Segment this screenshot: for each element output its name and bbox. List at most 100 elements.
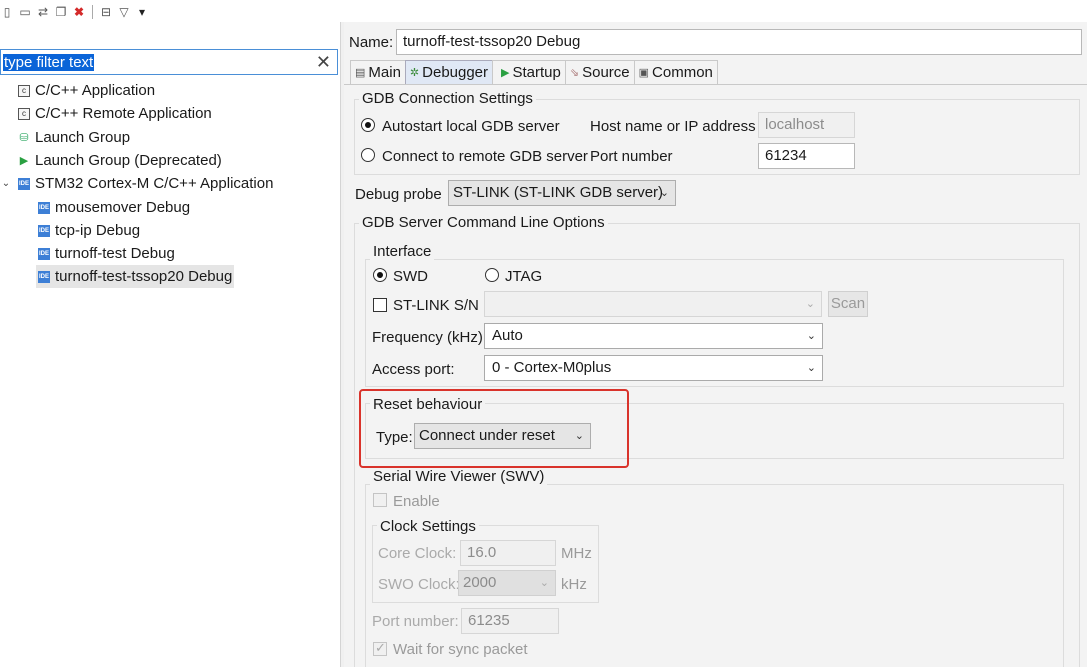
access-port-select[interactable]: 0 - Cortex-M0plus ⌄: [484, 355, 823, 381]
host-field[interactable]: localhost: [758, 112, 855, 138]
host-label: Host name or IP address: [590, 118, 756, 135]
source-icon: ⇘: [569, 67, 580, 79]
clock-settings-title: Clock Settings: [377, 518, 479, 536]
filter-icon[interactable]: ▽: [117, 5, 131, 19]
duplicate-icon[interactable]: ❐: [54, 5, 68, 19]
tree-item-stm32-app[interactable]: ⌄ IDE STM32 Cortex-M C/C++ Application: [0, 172, 274, 195]
tree-item-mousemover[interactable]: IDE mousemover Debug: [38, 196, 190, 219]
tree-item-label: tcp-ip Debug: [55, 222, 141, 239]
access-port-value: 0 - Cortex-M0plus: [492, 359, 612, 376]
tree-item-label: STM32 Cortex-M C/C++ Application: [35, 175, 274, 192]
swv-enable-label: Enable: [393, 493, 440, 510]
swo-clock-unit: kHz: [561, 576, 587, 593]
tab-divider: [344, 84, 1087, 85]
core-clock-label: Core Clock:: [378, 545, 457, 562]
highlight-annotation: [359, 389, 629, 468]
chevron-down-icon: ⌄: [806, 362, 816, 374]
toolbar-separator: [92, 5, 93, 19]
launch-group-icon: ⛁: [19, 131, 29, 144]
swd-radio[interactable]: [373, 268, 387, 282]
wait-sync-checkbox[interactable]: [373, 640, 387, 656]
ide-icon: IDE: [38, 224, 50, 237]
filter-text: type filter text: [3, 54, 95, 71]
frequency-select[interactable]: Auto ⌄: [484, 323, 823, 349]
clear-filter-icon[interactable]: ✕: [316, 51, 331, 73]
swv-port-label: Port number:: [372, 613, 459, 630]
tree-item-tcp-ip[interactable]: IDE tcp-ip Debug: [38, 219, 140, 242]
tab-label: Main: [368, 64, 401, 81]
tab-startup[interactable]: ▶ Startup: [492, 60, 566, 84]
tree-item-turnoff-test[interactable]: IDE turnoff-test Debug: [38, 242, 175, 265]
tree-item-label: Launch Group: [35, 129, 131, 146]
tab-source[interactable]: ⇘ Source: [564, 60, 635, 84]
filter-input[interactable]: type filter text ✕: [0, 49, 338, 75]
core-clock-field[interactable]: 16.0: [460, 540, 556, 566]
common-icon: ▣: [638, 67, 650, 79]
jtag-radio[interactable]: [485, 268, 499, 282]
debug-probe-select[interactable]: ST-LINK (ST-LINK GDB server) ⌄: [448, 180, 676, 206]
tree-item-label: C/C++ Application: [35, 82, 156, 99]
swv-enable-checkbox[interactable]: [373, 493, 387, 507]
c-app-icon: c: [18, 107, 30, 120]
swo-clock-value: 2000: [463, 574, 497, 591]
tree-item-c-app[interactable]: c C/C++ Application: [18, 79, 155, 102]
chevron-down-icon[interactable]: ⌄: [0, 178, 12, 189]
config-editor: Name: turnoff-test-tssop20 Debug ▤ Main ✲…: [344, 22, 1087, 667]
stlink-sn-checkbox[interactable]: [373, 298, 387, 312]
swv-port-field[interactable]: 61235: [461, 608, 559, 634]
tree-item-label: mousemover Debug: [55, 199, 191, 216]
chevron-down-icon: ⌄: [659, 187, 669, 199]
ide-icon: IDE: [18, 177, 30, 190]
autostart-label: Autostart local GDB server: [382, 118, 560, 135]
swv-title: Serial Wire Viewer (SWV): [370, 468, 548, 486]
debug-probe-value: ST-LINK (ST-LINK GDB server): [453, 184, 664, 201]
tab-main[interactable]: ▤ Main: [350, 60, 406, 84]
port-field[interactable]: 61234: [758, 143, 855, 169]
stlink-sn-select[interactable]: ⌄: [484, 291, 822, 317]
interface-title: Interface: [370, 243, 435, 261]
tree-item-launch-group-deprecated[interactable]: ▶ Launch Group (Deprecated): [18, 149, 222, 172]
c-app-icon: c: [18, 84, 30, 97]
config-tabs: ▤ Main ✲ Debugger ▶ Startup ⇘ Source ▣ Common: [350, 60, 718, 84]
scan-button[interactable]: Scan: [828, 291, 868, 317]
view-menu-icon[interactable]: ▾: [135, 5, 149, 19]
tab-debugger[interactable]: ✲ Debugger: [404, 60, 494, 84]
tab-label: Debugger: [422, 64, 489, 81]
swd-label: SWD: [393, 268, 428, 285]
new-config-icon[interactable]: ▯: [0, 5, 14, 19]
ide-icon: IDE: [38, 201, 50, 214]
tab-label: Startup: [512, 64, 561, 81]
tree-item-label: C/C++ Remote Application: [35, 105, 212, 122]
core-clock-unit: MHz: [561, 545, 592, 562]
export-icon[interactable]: ⇄: [36, 5, 50, 19]
tab-label: Source: [582, 64, 630, 81]
chevron-down-icon: ⌄: [539, 577, 549, 589]
play-icon: ▶: [501, 67, 510, 79]
access-port-label: Access port:: [372, 361, 455, 378]
name-field[interactable]: turnoff-test-tssop20 Debug: [396, 29, 1082, 55]
gdb-server-options-title: GDB Server Command Line Options: [359, 214, 608, 232]
document-icon: ▤: [355, 67, 366, 79]
frequency-value: Auto: [492, 327, 523, 344]
delete-icon[interactable]: ✖: [72, 5, 86, 19]
tab-label: Common: [652, 64, 713, 81]
tree-item-c-remote-app[interactable]: c C/C++ Remote Application: [18, 102, 212, 125]
autostart-radio[interactable]: [361, 118, 375, 132]
connect-remote-radio[interactable]: [361, 148, 375, 162]
swo-clock-select[interactable]: 2000 ⌄: [458, 570, 556, 596]
stlink-sn-label: ST-LINK S/N: [393, 297, 479, 314]
launch-config-toolbar: ▯ ▭ ⇄ ❐ ✖ ⊟ ▽ ▾: [0, 2, 149, 22]
tree-item-launch-group[interactable]: ⛁ Launch Group: [18, 126, 130, 149]
tree-item-turnoff-test-tssop20[interactable]: IDE turnoff-test-tssop20 Debug: [36, 265, 235, 288]
jtag-label: JTAG: [505, 268, 543, 285]
ide-icon: IDE: [38, 247, 50, 260]
bug-icon: ✲: [409, 67, 420, 79]
debug-probe-label: Debug probe: [355, 186, 442, 203]
new-prototype-icon[interactable]: ▭: [18, 5, 32, 19]
collapse-all-icon[interactable]: ⊟: [99, 5, 113, 19]
tab-common[interactable]: ▣ Common: [633, 60, 718, 84]
tree-item-label: turnoff-test Debug: [55, 245, 175, 262]
ide-icon: IDE: [38, 270, 50, 283]
gdb-connection-title: GDB Connection Settings: [359, 90, 536, 108]
play-icon: ▶: [19, 154, 29, 167]
